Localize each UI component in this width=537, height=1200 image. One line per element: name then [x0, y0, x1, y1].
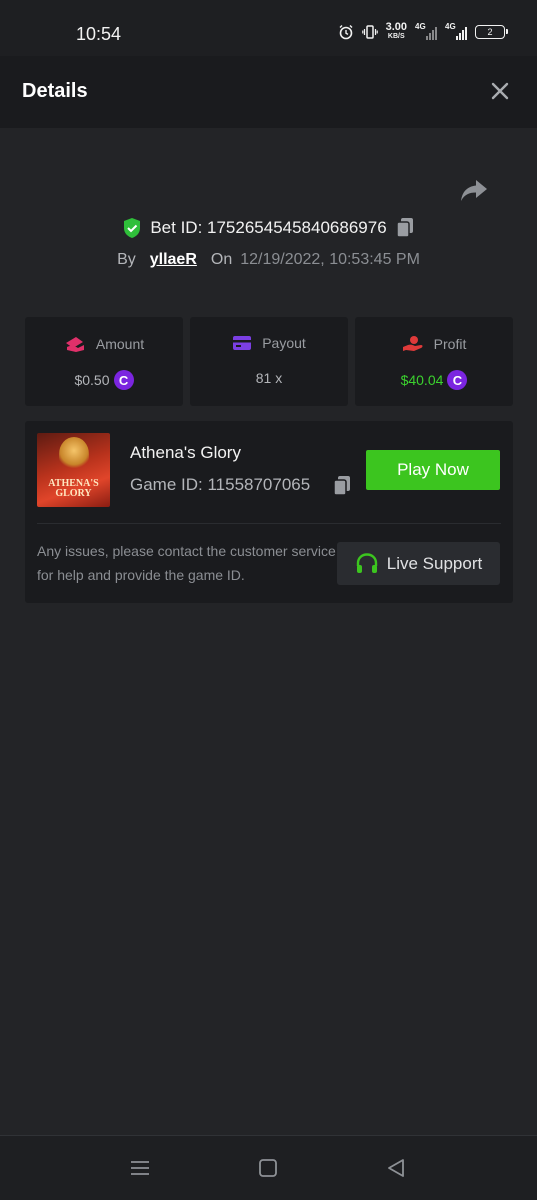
signal-sim1-icon: 4G [415, 22, 437, 40]
close-icon [491, 82, 509, 100]
system-navigation-bar [0, 1135, 537, 1200]
menu-button[interactable] [128, 1156, 152, 1180]
copy-game-id-icon[interactable] [332, 475, 352, 497]
game-thumbnail[interactable]: ATHENA'S GLORY [37, 433, 110, 507]
menu-icon [131, 1161, 149, 1175]
alarm-icon [339, 25, 353, 40]
home-button[interactable] [256, 1156, 280, 1180]
bet-author-row: By yllaeR On 12/19/2022, 10:53:45 PM [0, 247, 537, 273]
network-speed-value: 3.00 [385, 21, 407, 33]
status-icons: 3.00 KB/S 4G 4G 2 [338, 22, 508, 42]
live-support-button[interactable]: Live Support [337, 542, 500, 585]
on-label: On [210, 251, 233, 268]
payout-value: 81 x [255, 370, 283, 386]
amount-label: Amount [95, 336, 145, 352]
back-triangle-icon [388, 1159, 404, 1177]
battery-icon: 2 [475, 25, 508, 39]
details-header: Details [0, 56, 537, 128]
status-time: 10:54 [76, 24, 122, 44]
thumbnail-artwork [59, 437, 89, 471]
profit-label: Profit [433, 336, 467, 352]
card-icon [233, 336, 252, 350]
coin-icon: C [113, 370, 134, 390]
network-speed-unit: KB/S [387, 33, 405, 40]
payout-label: Payout [262, 335, 306, 351]
bet-datetime: 12/19/2022, 10:53:45 PM [240, 251, 420, 268]
coin-icon: C [447, 370, 468, 390]
profit-card: Profit $40.04 C [355, 317, 513, 406]
page-title: Details [22, 80, 88, 102]
sim1-label: 4G [415, 22, 426, 31]
amount-value: $0.50 [74, 372, 110, 388]
payout-card: Payout 81 x [190, 317, 348, 406]
status-bar: 10:54 3.00 KB/S 4G 4G 2 [0, 0, 537, 56]
bet-stats: Amount $0.50 C Payout 81 x Profit $40.04… [25, 317, 513, 406]
back-button[interactable] [384, 1156, 408, 1180]
profit-value: $40.04 [400, 372, 444, 388]
share-icon [461, 180, 487, 201]
copy-bet-id-icon[interactable] [395, 217, 415, 239]
bet-id: Bet ID: 1752654545840686976 [150, 218, 387, 237]
share-button[interactable] [458, 176, 490, 206]
play-now-button[interactable]: Play Now [366, 450, 500, 490]
support-info-text: Any issues, please contact the customer … [37, 543, 336, 583]
amount-card: Amount $0.50 C [25, 317, 183, 406]
amount-icon [65, 337, 84, 352]
vibrate-icon [361, 25, 378, 39]
battery-level: 2 [487, 27, 493, 37]
bet-id-row: Bet ID: 1752654545840686976 [0, 215, 537, 241]
headset-icon [356, 552, 377, 573]
game-panel: ATHENA'S GLORY Athena's Glory Game ID: 1… [25, 421, 513, 603]
sim2-label: 4G [445, 22, 456, 31]
username-link[interactable]: yllaeR [150, 251, 197, 269]
home-square-icon [259, 1159, 277, 1177]
divider [37, 523, 501, 524]
game-id: Game ID: 11558707065 [130, 475, 311, 494]
close-button[interactable] [488, 79, 512, 103]
signal-sim2-icon: 4G [445, 22, 467, 40]
by-label: By [117, 251, 136, 268]
profit-hand-icon [402, 336, 423, 351]
thumbnail-title: ATHENA'S GLORY [48, 478, 99, 499]
live-support-label: Live Support [386, 553, 483, 573]
verified-shield-icon [124, 218, 141, 238]
game-name: Athena's Glory [130, 443, 241, 462]
network-speed: 3.00 KB/S [386, 22, 407, 42]
